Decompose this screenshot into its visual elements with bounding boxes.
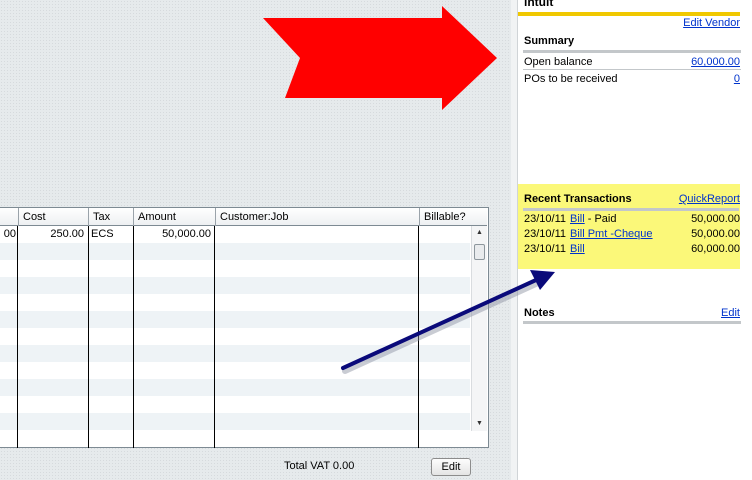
summary-rule [523,50,741,53]
column-header-tax[interactable]: Tax [88,208,133,226]
table-row[interactable] [0,413,470,430]
column-divider [17,226,18,448]
pos-to-be-received-value[interactable]: 0 [734,73,740,85]
customer-job-cell[interactable] [217,226,417,243]
items-grid: Cost Tax Amount Customer:Job Billable? 0… [0,207,489,448]
column-header-billable[interactable]: Billable? [419,208,471,226]
transaction-row: 23/10/11 Bill 60,000.00 [524,243,740,258]
total-vat-label: Total VAT [284,460,330,472]
table-row[interactable] [0,328,470,345]
total-vat: Total VAT 0.00 [284,460,354,472]
intuit-logo: intuit [524,0,554,9]
table-row[interactable] [0,243,470,260]
scroll-down-icon[interactable]: ▼ [472,417,487,431]
scroll-up-icon[interactable]: ▲ [472,226,487,240]
transaction-row: 23/10/11 Bill Pmt -Cheque 50,000.00 [524,228,740,243]
scroll-thumb[interactable] [474,244,485,260]
table-row[interactable] [0,345,470,362]
total-vat-value: 0.00 [332,460,355,472]
open-balance-label: Open balance [524,56,593,68]
notes-title: Notes [524,307,555,319]
vendor-info-panel: intuit Edit Vendor Summary Open balance … [518,0,752,480]
tax-cell[interactable]: ECS [91,226,131,243]
column-header-qty[interactable] [0,208,18,226]
transaction-amount: 50,000.00 [691,213,740,225]
table-row[interactable] [0,260,470,277]
brand-bar [518,12,740,16]
transaction-row: 23/10/11 Bill - Paid 50,000.00 [524,213,740,228]
column-header-amount[interactable]: Amount [133,208,215,226]
table-row[interactable] [0,311,470,328]
table-row[interactable] [0,277,470,294]
quickreport-link[interactable]: QuickReport [679,193,740,205]
amount-cell[interactable]: 50,000.00 [133,226,211,243]
column-header-cost[interactable]: Cost [18,208,88,226]
notes-rule [523,321,741,324]
transaction-type-link[interactable]: Bill [570,213,585,225]
transaction-amount: 60,000.00 [691,243,740,255]
notes-edit-link[interactable]: Edit [721,307,740,319]
column-divider [133,226,134,448]
qty-cell[interactable]: 00 [0,226,16,243]
summary-title: Summary [524,35,575,47]
column-header-customer-job[interactable]: Customer:Job [215,208,419,226]
open-balance-value[interactable]: 60,000.00 [691,56,740,68]
table-row[interactable] [0,294,470,311]
transaction-amount: 50,000.00 [691,228,740,240]
transaction-date: 23/10/11 [524,243,567,255]
transaction-type-link[interactable]: Bill [570,243,585,255]
table-row[interactable]: 00 250.00 ECS 50,000.00 [0,226,470,243]
billable-cell[interactable] [421,226,469,243]
cost-cell[interactable]: 250.00 [18,226,84,243]
pos-to-be-received-label: POs to be received [524,73,618,85]
transaction-date: 23/10/11 [524,213,567,225]
panel-splitter[interactable] [511,0,518,480]
edit-vendor-link[interactable]: Edit Vendor [683,17,740,29]
table-row[interactable] [0,396,470,413]
column-divider [418,226,419,448]
grid-header: Cost Tax Amount Customer:Job Billable? [0,208,487,226]
column-divider [214,226,215,448]
recent-transactions-section: Recent Transactions QuickReport 23/10/11… [518,184,740,269]
table-row[interactable] [0,379,470,396]
summary-separator [523,69,741,70]
transaction-type-link[interactable]: Bill Pmt -Cheque [570,228,653,240]
table-row[interactable] [0,362,470,379]
edit-button[interactable]: Edit [431,458,471,476]
column-divider [88,226,89,448]
recent-transactions-title: Recent Transactions [524,193,632,205]
transaction-status: - Paid [584,213,617,225]
recent-rule [523,208,739,211]
transaction-date: 23/10/11 [524,228,567,240]
grid-scrollbar[interactable]: ▲ ▼ [471,226,487,431]
